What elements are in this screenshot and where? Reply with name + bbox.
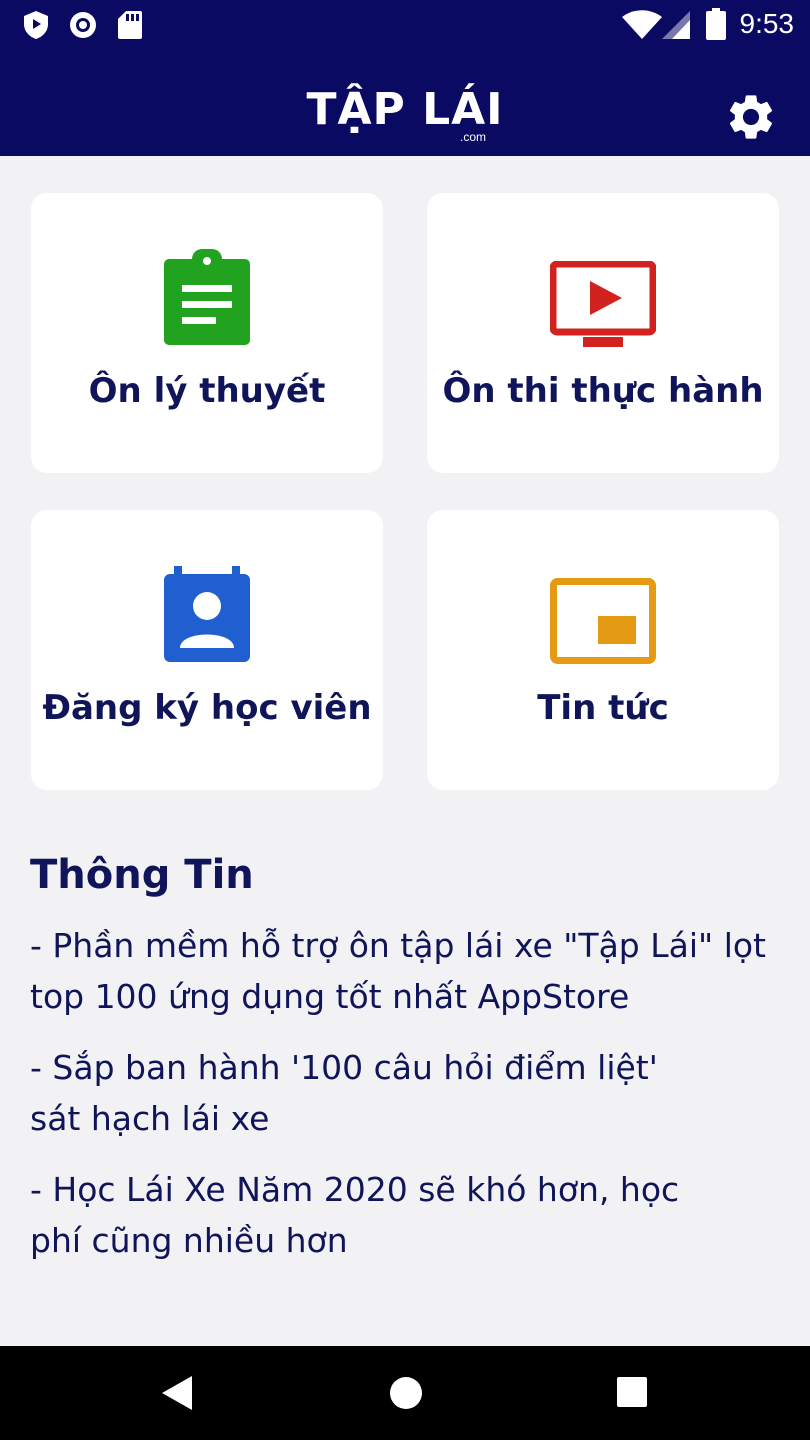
info-title: Thông Tin (30, 852, 254, 898)
app-logo: TẬP LÁI (306, 84, 504, 135)
card-news-label: Tin tức (537, 688, 669, 728)
picture-in-picture-icon (550, 578, 656, 668)
info-item[interactable]: - Sắp ban hành '100 câu hỏi điểm liệt' s… (30, 1042, 670, 1144)
home-icon[interactable] (388, 1374, 424, 1416)
back-icon[interactable] (160, 1374, 194, 1416)
card-theory-label: Ôn lý thuyết (88, 371, 326, 411)
navigation-bar (0, 1346, 810, 1440)
clipboard-icon (164, 249, 250, 349)
card-register-label: Đăng ký học viên (42, 688, 372, 728)
card-news[interactable]: Tin tức (427, 510, 779, 790)
status-time: 9:53 (739, 8, 795, 39)
signal-icon (662, 10, 692, 44)
app-logo-suffix: .com (460, 130, 487, 144)
shield-icon (22, 10, 50, 44)
card-theory[interactable]: Ôn lý thuyết (31, 193, 383, 473)
tv-play-icon (549, 260, 657, 351)
settings-button[interactable] (724, 90, 778, 144)
card-register[interactable]: Đăng ký học viên (31, 510, 383, 790)
gear-icon (729, 95, 773, 139)
contact-calendar-icon (164, 566, 250, 666)
sd-card-icon (118, 10, 142, 44)
record-icon (68, 10, 98, 44)
battery-icon (706, 8, 726, 44)
card-practice-label: Ôn thi thực hành (442, 371, 764, 411)
wifi-icon (622, 10, 662, 44)
status-bar: 9:53 (0, 0, 810, 48)
info-item[interactable]: - Học Lái Xe Năm 2020 sẽ khó hơn, học ph… (30, 1164, 690, 1266)
card-practice[interactable]: Ôn thi thực hành (427, 193, 779, 473)
recents-icon[interactable] (616, 1376, 648, 1412)
info-item[interactable]: - Phần mềm hỗ trợ ôn tập lái xe "Tập Lái… (30, 920, 790, 1022)
